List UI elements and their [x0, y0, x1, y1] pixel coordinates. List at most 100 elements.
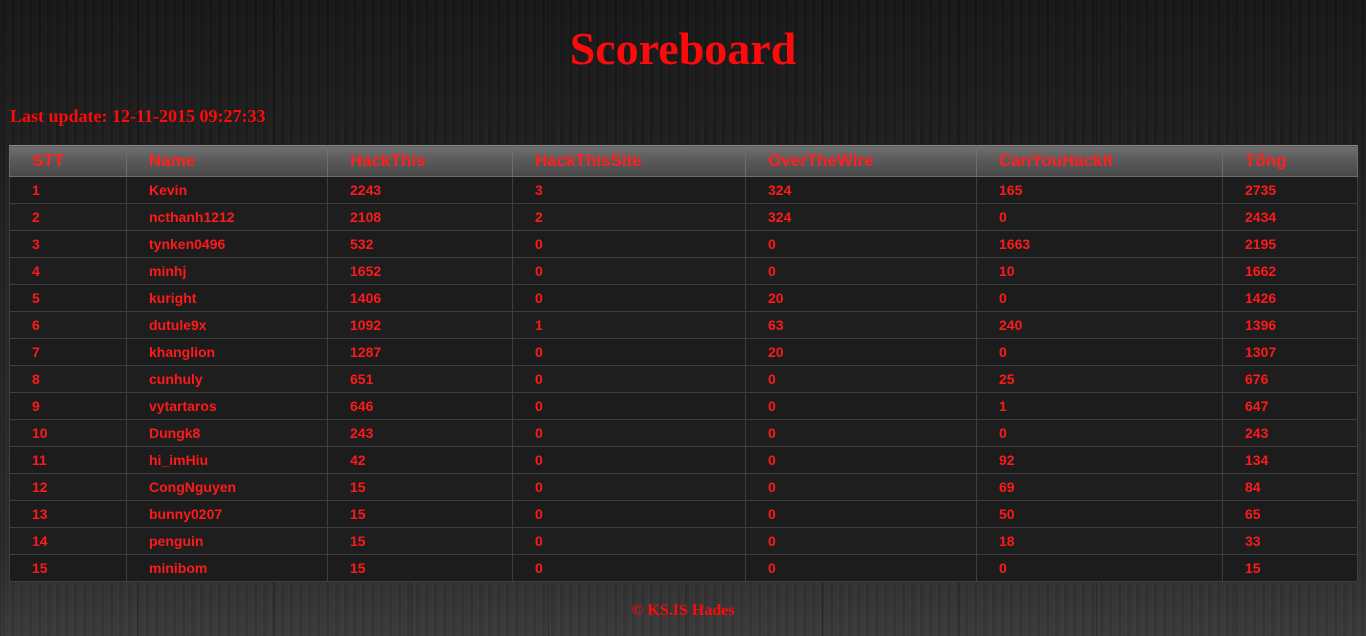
cell-rank: 5	[9, 284, 127, 312]
cell-name: vytartaros	[126, 392, 328, 420]
cell-total: 33	[1222, 527, 1358, 555]
cell-hackthis: 2108	[327, 203, 513, 231]
cell-hackthis: 1287	[327, 338, 513, 366]
cell-rank: 14	[9, 527, 127, 555]
cell-rank: 8	[9, 365, 127, 393]
cell-canyouhackit: 0	[976, 338, 1223, 366]
cell-hackthissite: 0	[512, 500, 746, 528]
cell-overthewire: 63	[745, 311, 977, 339]
scoreboard-table-container: STT Name HackThis HackThisSite OverTheWi…	[9, 145, 1358, 582]
table-row: 15 minibom 15 0 0 0 15	[9, 554, 1358, 582]
column-header-total: Tổng	[1222, 145, 1358, 177]
cell-total: 1426	[1222, 284, 1358, 312]
table-row: 4 minhj 1652 0 0 10 1662	[9, 257, 1358, 285]
cell-canyouhackit: 0	[976, 284, 1223, 312]
table-row: 11 hi_imHiu 42 0 0 92 134	[9, 446, 1358, 474]
cell-hackthis: 42	[327, 446, 513, 474]
cell-hackthissite: 0	[512, 284, 746, 312]
cell-overthewire: 0	[745, 365, 977, 393]
cell-total: 2735	[1222, 176, 1358, 204]
table-row: 8 cunhuly 651 0 0 25 676	[9, 365, 1358, 393]
table-row: 12 CongNguyen 15 0 0 69 84	[9, 473, 1358, 501]
cell-hackthissite: 0	[512, 338, 746, 366]
cell-hackthissite: 0	[512, 365, 746, 393]
cell-rank: 3	[9, 230, 127, 258]
cell-canyouhackit: 1	[976, 392, 1223, 420]
cell-name: Dungk8	[126, 419, 328, 447]
cell-overthewire: 0	[745, 392, 977, 420]
scoreboard-table-body: 1 Kevin 2243 3 324 165 2735 2 ncthanh1212 2108 2 32…	[9, 176, 1358, 582]
cell-overthewire: 0	[745, 446, 977, 474]
table-row: 2 ncthanh1212 2108 2 324 0 2434	[9, 203, 1358, 231]
cell-hackthissite: 1	[512, 311, 746, 339]
cell-total: 1662	[1222, 257, 1358, 285]
cell-name: Kevin	[126, 176, 328, 204]
cell-hackthissite: 0	[512, 473, 746, 501]
cell-hackthissite: 0	[512, 419, 746, 447]
cell-hackthissite: 0	[512, 392, 746, 420]
scoreboard-table: STT Name HackThis HackThisSite OverTheWi…	[9, 145, 1358, 582]
cell-overthewire: 324	[745, 203, 977, 231]
cell-overthewire: 0	[745, 473, 977, 501]
table-row: 14 penguin 15 0 0 18 33	[9, 527, 1358, 555]
cell-rank: 1	[9, 176, 127, 204]
table-row: 5 kuright 1406 0 20 0 1426	[9, 284, 1358, 312]
cell-hackthissite: 0	[512, 446, 746, 474]
cell-hackthis: 1406	[327, 284, 513, 312]
table-row: 9 vytartaros 646 0 0 1 647	[9, 392, 1358, 420]
cell-hackthis: 15	[327, 500, 513, 528]
cell-canyouhackit: 240	[976, 311, 1223, 339]
cell-total: 243	[1222, 419, 1358, 447]
cell-overthewire: 0	[745, 500, 977, 528]
table-row: 6 dutule9x 1092 1 63 240 1396	[9, 311, 1358, 339]
cell-name: ncthanh1212	[126, 203, 328, 231]
cell-name: minhj	[126, 257, 328, 285]
cell-canyouhackit: 25	[976, 365, 1223, 393]
cell-name: hi_imHiu	[126, 446, 328, 474]
cell-hackthis: 15	[327, 554, 513, 582]
cell-hackthis: 1092	[327, 311, 513, 339]
last-update-text: Last update: 12-11-2015 09:27:33	[10, 106, 266, 126]
cell-total: 134	[1222, 446, 1358, 474]
cell-total: 84	[1222, 473, 1358, 501]
cell-name: minibom	[126, 554, 328, 582]
column-header-hackthissite: HackThisSite	[512, 145, 746, 177]
cell-total: 647	[1222, 392, 1358, 420]
cell-canyouhackit: 18	[976, 527, 1223, 555]
table-row: 13 bunny0207 15 0 0 50 65	[9, 500, 1358, 528]
cell-hackthis: 15	[327, 527, 513, 555]
cell-canyouhackit: 50	[976, 500, 1223, 528]
cell-total: 65	[1222, 500, 1358, 528]
cell-overthewire: 20	[745, 284, 977, 312]
cell-hackthis: 15	[327, 473, 513, 501]
cell-total: 1396	[1222, 311, 1358, 339]
cell-rank: 7	[9, 338, 127, 366]
column-header-name: Name	[126, 145, 328, 177]
cell-overthewire: 0	[745, 419, 977, 447]
cell-canyouhackit: 0	[976, 419, 1223, 447]
cell-hackthis: 1652	[327, 257, 513, 285]
cell-canyouhackit: 0	[976, 203, 1223, 231]
cell-overthewire: 0	[745, 257, 977, 285]
cell-rank: 2	[9, 203, 127, 231]
column-header-canyouhackit: CanYouHackIt	[976, 145, 1223, 177]
cell-total: 1307	[1222, 338, 1358, 366]
cell-total: 2195	[1222, 230, 1358, 258]
cell-overthewire: 20	[745, 338, 977, 366]
cell-hackthis: 651	[327, 365, 513, 393]
cell-rank: 9	[9, 392, 127, 420]
column-header-hackthis: HackThis	[327, 145, 513, 177]
cell-name: kuright	[126, 284, 328, 312]
cell-total: 15	[1222, 554, 1358, 582]
cell-canyouhackit: 1663	[976, 230, 1223, 258]
cell-total: 2434	[1222, 203, 1358, 231]
cell-canyouhackit: 165	[976, 176, 1223, 204]
table-row: 1 Kevin 2243 3 324 165 2735	[9, 176, 1358, 204]
cell-total: 676	[1222, 365, 1358, 393]
table-row: 10 Dungk8 243 0 0 0 243	[9, 419, 1358, 447]
cell-name: CongNguyen	[126, 473, 328, 501]
cell-rank: 15	[9, 554, 127, 582]
cell-hackthissite: 3	[512, 176, 746, 204]
cell-rank: 4	[9, 257, 127, 285]
cell-name: tynken0496	[126, 230, 328, 258]
